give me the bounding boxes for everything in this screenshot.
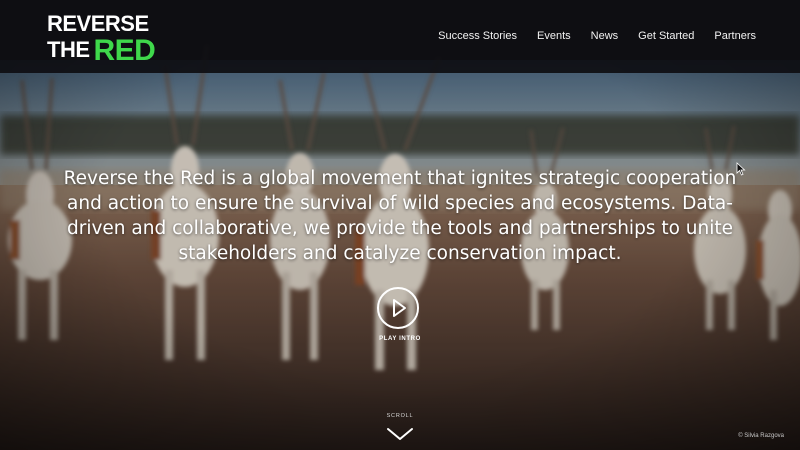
page: REVERSE THE RED Success Stories Events Ne… bbox=[0, 0, 800, 450]
top-navigation-bar: REVERSE THE RED Success Stories Events Ne… bbox=[0, 0, 800, 73]
play-icon bbox=[393, 299, 406, 317]
scroll-label: SCROLL bbox=[386, 413, 414, 419]
logo-red: RED bbox=[93, 34, 156, 67]
hero-tagline: Reverse the Red is a global movement tha… bbox=[63, 168, 737, 264]
play-intro-label: PLAY INTRO bbox=[379, 336, 421, 342]
logo-the: THE bbox=[47, 37, 90, 62]
chevron-down-icon[interactable] bbox=[385, 426, 415, 442]
mouse-cursor-icon bbox=[736, 162, 746, 176]
logo-line-1: REVERSE bbox=[47, 11, 149, 36]
nav-partners[interactable]: Partners bbox=[714, 30, 756, 42]
nav-get-started[interactable]: Get Started bbox=[638, 30, 694, 42]
logo-line-2: THE RED bbox=[47, 34, 156, 67]
play-intro-button[interactable] bbox=[377, 287, 419, 329]
nav-news[interactable]: News bbox=[591, 30, 619, 42]
nav-events[interactable]: Events bbox=[537, 30, 571, 42]
photo-credit: © Silvia Razgova bbox=[738, 433, 784, 439]
main-nav: Success Stories Events News Get Started … bbox=[438, 30, 756, 42]
nav-success-stories[interactable]: Success Stories bbox=[438, 30, 517, 42]
reverse-the-red-logo[interactable]: REVERSE THE RED bbox=[47, 11, 156, 67]
